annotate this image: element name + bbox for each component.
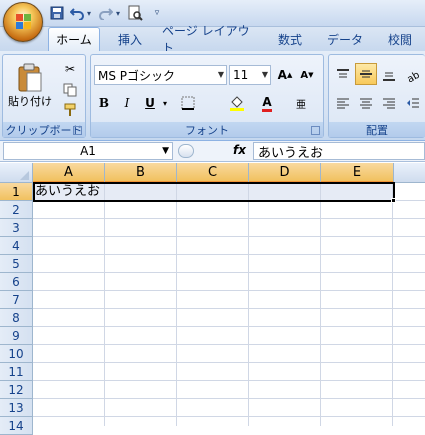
column-header-d[interactable]: D (249, 163, 321, 183)
font-group-label: フォント (91, 122, 323, 137)
clipboard-group: 貼り付け ✂ クリップボード (2, 54, 86, 138)
tab-data[interactable]: データ (320, 27, 370, 51)
row-header-9[interactable]: 9 (0, 327, 33, 345)
formula-input[interactable]: あいうえお (253, 142, 425, 161)
gridlines (33, 183, 425, 426)
ribbon: 貼り付け ✂ クリップボード MS Pゴシック ▼ 11 ▼ A ▲ A ▼ B I… (0, 51, 425, 141)
chevron-down-icon: ▼ (261, 70, 268, 79)
font-size-value: 11 (233, 68, 249, 82)
row-header-7[interactable]: 7 (0, 291, 33, 309)
tab-insert[interactable]: 挿入 (108, 27, 152, 51)
row-header-12[interactable]: 12 (0, 381, 33, 399)
name-box[interactable]: A1 ▼ (3, 142, 173, 160)
formula-bar-expander-icon[interactable] (178, 144, 194, 158)
column-header-a[interactable]: A (33, 163, 105, 183)
format-painter-icon[interactable] (59, 100, 81, 120)
chevron-down-icon: ▼ (217, 70, 224, 79)
align-top-icon[interactable] (333, 65, 353, 85)
ribbon-tabs: ホーム 挿入 ページ レイアウト 数式 データ 校閲 (0, 24, 425, 55)
clipboard-launcher-icon[interactable] (73, 126, 82, 135)
print-preview-icon[interactable] (127, 5, 143, 21)
fill-color-button[interactable] (225, 93, 249, 113)
decrease-indent-icon[interactable] (403, 93, 423, 113)
alignment-group: ab 配置 (328, 54, 425, 138)
font-launcher-icon[interactable] (311, 126, 320, 135)
row-header-13[interactable]: 13 (0, 399, 33, 417)
tab-review[interactable]: 校閲 (378, 27, 422, 51)
column-header-b[interactable]: B (105, 163, 177, 183)
row-header-4[interactable]: 4 (0, 237, 33, 255)
worksheet-grid[interactable]: A B C D E 1 2 3 4 5 6 7 8 9 10 11 12 13 … (0, 163, 425, 435)
italic-button[interactable]: I (117, 93, 137, 113)
office-button[interactable] (3, 2, 43, 42)
cell-a1[interactable]: あいうえお (33, 183, 105, 201)
fill-handle[interactable] (391, 198, 396, 203)
row-header-11[interactable]: 11 (0, 363, 33, 381)
align-right-icon[interactable] (379, 93, 399, 113)
save-icon[interactable] (49, 5, 65, 21)
align-left-icon[interactable] (333, 93, 353, 113)
border-button[interactable] (176, 93, 200, 113)
row-header-5[interactable]: 5 (0, 255, 33, 273)
row-header-10[interactable]: 10 (0, 345, 33, 363)
column-header-e[interactable]: E (321, 163, 394, 183)
row-header-1[interactable]: 1 (0, 183, 33, 201)
font-color-label: A (262, 95, 272, 112)
tab-home[interactable]: ホーム (48, 27, 100, 51)
row-header-2[interactable]: 2 (0, 201, 33, 219)
shrink-font-button[interactable]: A ▼ (297, 65, 317, 85)
font-name-combo[interactable]: MS Pゴシック ▼ (94, 65, 227, 85)
grow-font-button[interactable]: A ▲ (275, 65, 295, 85)
alignment-group-label: 配置 (329, 122, 425, 137)
customize-qat-icon[interactable]: ▿ (152, 5, 162, 21)
bold-button[interactable]: B (94, 93, 114, 113)
chevron-down-icon: ▼ (162, 146, 169, 156)
align-bottom-icon[interactable] (379, 65, 399, 85)
undo-dropdown-icon[interactable]: ▾ (84, 5, 94, 21)
paste-icon (18, 63, 42, 92)
office-logo-icon (16, 14, 32, 30)
paste-label: 貼り付け (8, 95, 52, 108)
chevron-down-icon[interactable]: ▾ (160, 93, 170, 113)
phonetic-guide-button[interactable]: 亜 (289, 93, 313, 113)
column-header-c[interactable]: C (177, 163, 249, 183)
redo-icon[interactable] (98, 5, 114, 21)
align-center-icon[interactable] (356, 93, 376, 113)
cut-icon[interactable]: ✂ (59, 59, 81, 79)
copy-icon[interactable] (59, 80, 81, 100)
formula-bar: A1 ▼ fx あいうえお (0, 141, 425, 162)
font-size-combo[interactable]: 11 ▼ (229, 65, 271, 85)
underline-button[interactable]: U (140, 93, 160, 113)
row-header-3[interactable]: 3 (0, 219, 33, 237)
align-middle-icon[interactable] (355, 63, 377, 85)
tab-page-layout[interactable]: ページ レイアウト (162, 24, 260, 55)
insert-function-button[interactable]: fx (233, 143, 246, 157)
tab-formulas[interactable]: 数式 (268, 27, 312, 51)
paste-button[interactable]: 貼り付け (7, 57, 53, 115)
orientation-icon[interactable]: ab (403, 65, 423, 85)
row-header-14[interactable]: 14 (0, 417, 33, 435)
row-header-6[interactable]: 6 (0, 273, 33, 291)
font-name-value: MS Pゴシック (98, 68, 176, 83)
undo-icon[interactable] (69, 5, 85, 21)
redo-dropdown-icon[interactable]: ▾ (113, 5, 123, 21)
select-all-button[interactable] (0, 163, 33, 183)
font-group: MS Pゴシック ▼ 11 ▼ A ▲ A ▼ B I U ▾ A 亜 フォント (90, 54, 324, 138)
column-header-f[interactable] (394, 163, 425, 183)
svg-text:ab: ab (405, 70, 421, 82)
name-box-value: A1 (80, 144, 96, 158)
font-color-button[interactable]: A (256, 93, 278, 113)
row-header-8[interactable]: 8 (0, 309, 33, 327)
